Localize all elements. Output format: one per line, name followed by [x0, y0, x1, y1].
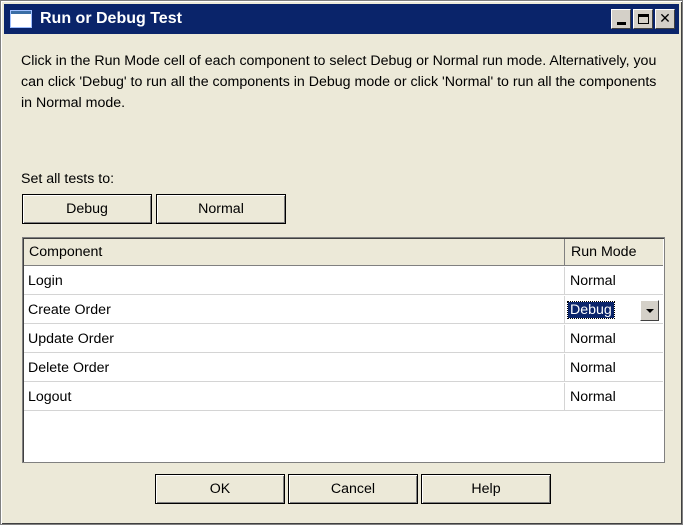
component-cell: Update Order [24, 325, 565, 353]
component-cell: Logout [24, 383, 565, 411]
window-icon [10, 10, 32, 28]
help-button[interactable]: Help [421, 474, 551, 504]
window-title: Run or Debug Test [40, 10, 182, 27]
chevron-down-icon [645, 308, 654, 313]
column-header-run-mode[interactable]: Run Mode [566, 239, 665, 266]
table-header: Component Run Mode [24, 239, 663, 266]
debug-all-button[interactable]: Debug [22, 194, 152, 224]
minimize-button[interactable] [611, 9, 631, 29]
column-header-component[interactable]: Component [24, 239, 565, 266]
component-cell: Create Order [24, 296, 565, 324]
minimize-icon [616, 22, 626, 25]
normal-all-button[interactable]: Normal [156, 194, 286, 224]
table-row[interactable]: Update Order Normal [24, 325, 663, 353]
title-bar[interactable]: Run or Debug Test ✕ [4, 4, 679, 34]
run-mode-cell[interactable]: Normal [566, 383, 665, 411]
run-mode-cell[interactable]: Normal [566, 267, 665, 295]
run-mode-dropdown[interactable]: Debug [566, 296, 665, 324]
run-mode-cell[interactable]: Normal [566, 325, 665, 353]
run-mode-dropdown-button[interactable] [640, 300, 659, 321]
close-icon: ✕ [659, 11, 671, 27]
instructions-text: Click in the Run Mode cell of each compo… [21, 53, 657, 111]
components-table: Component Run Mode Login Normal Create O… [22, 237, 665, 463]
table-row[interactable]: Create Order Debug [24, 296, 663, 324]
component-cell: Delete Order [24, 354, 565, 382]
table-row[interactable]: Delete Order Normal [24, 354, 663, 382]
component-cell: Login [24, 267, 565, 295]
set-all-label: Set all tests to: [21, 171, 115, 187]
maximize-icon [637, 14, 649, 24]
maximize-button[interactable] [633, 9, 653, 29]
table-row[interactable]: Logout Normal [24, 383, 663, 411]
close-button[interactable]: ✕ [655, 9, 675, 29]
window-controls: ✕ [611, 9, 675, 29]
ok-button[interactable]: OK [155, 474, 285, 504]
run-mode-cell[interactable]: Normal [566, 354, 665, 382]
run-mode-selected-value[interactable]: Debug [567, 301, 615, 319]
dialog-window: Run or Debug Test ✕ Click in the Run Mod… [0, 0, 683, 525]
table-row[interactable]: Login Normal [24, 267, 663, 295]
cancel-button[interactable]: Cancel [288, 474, 418, 504]
